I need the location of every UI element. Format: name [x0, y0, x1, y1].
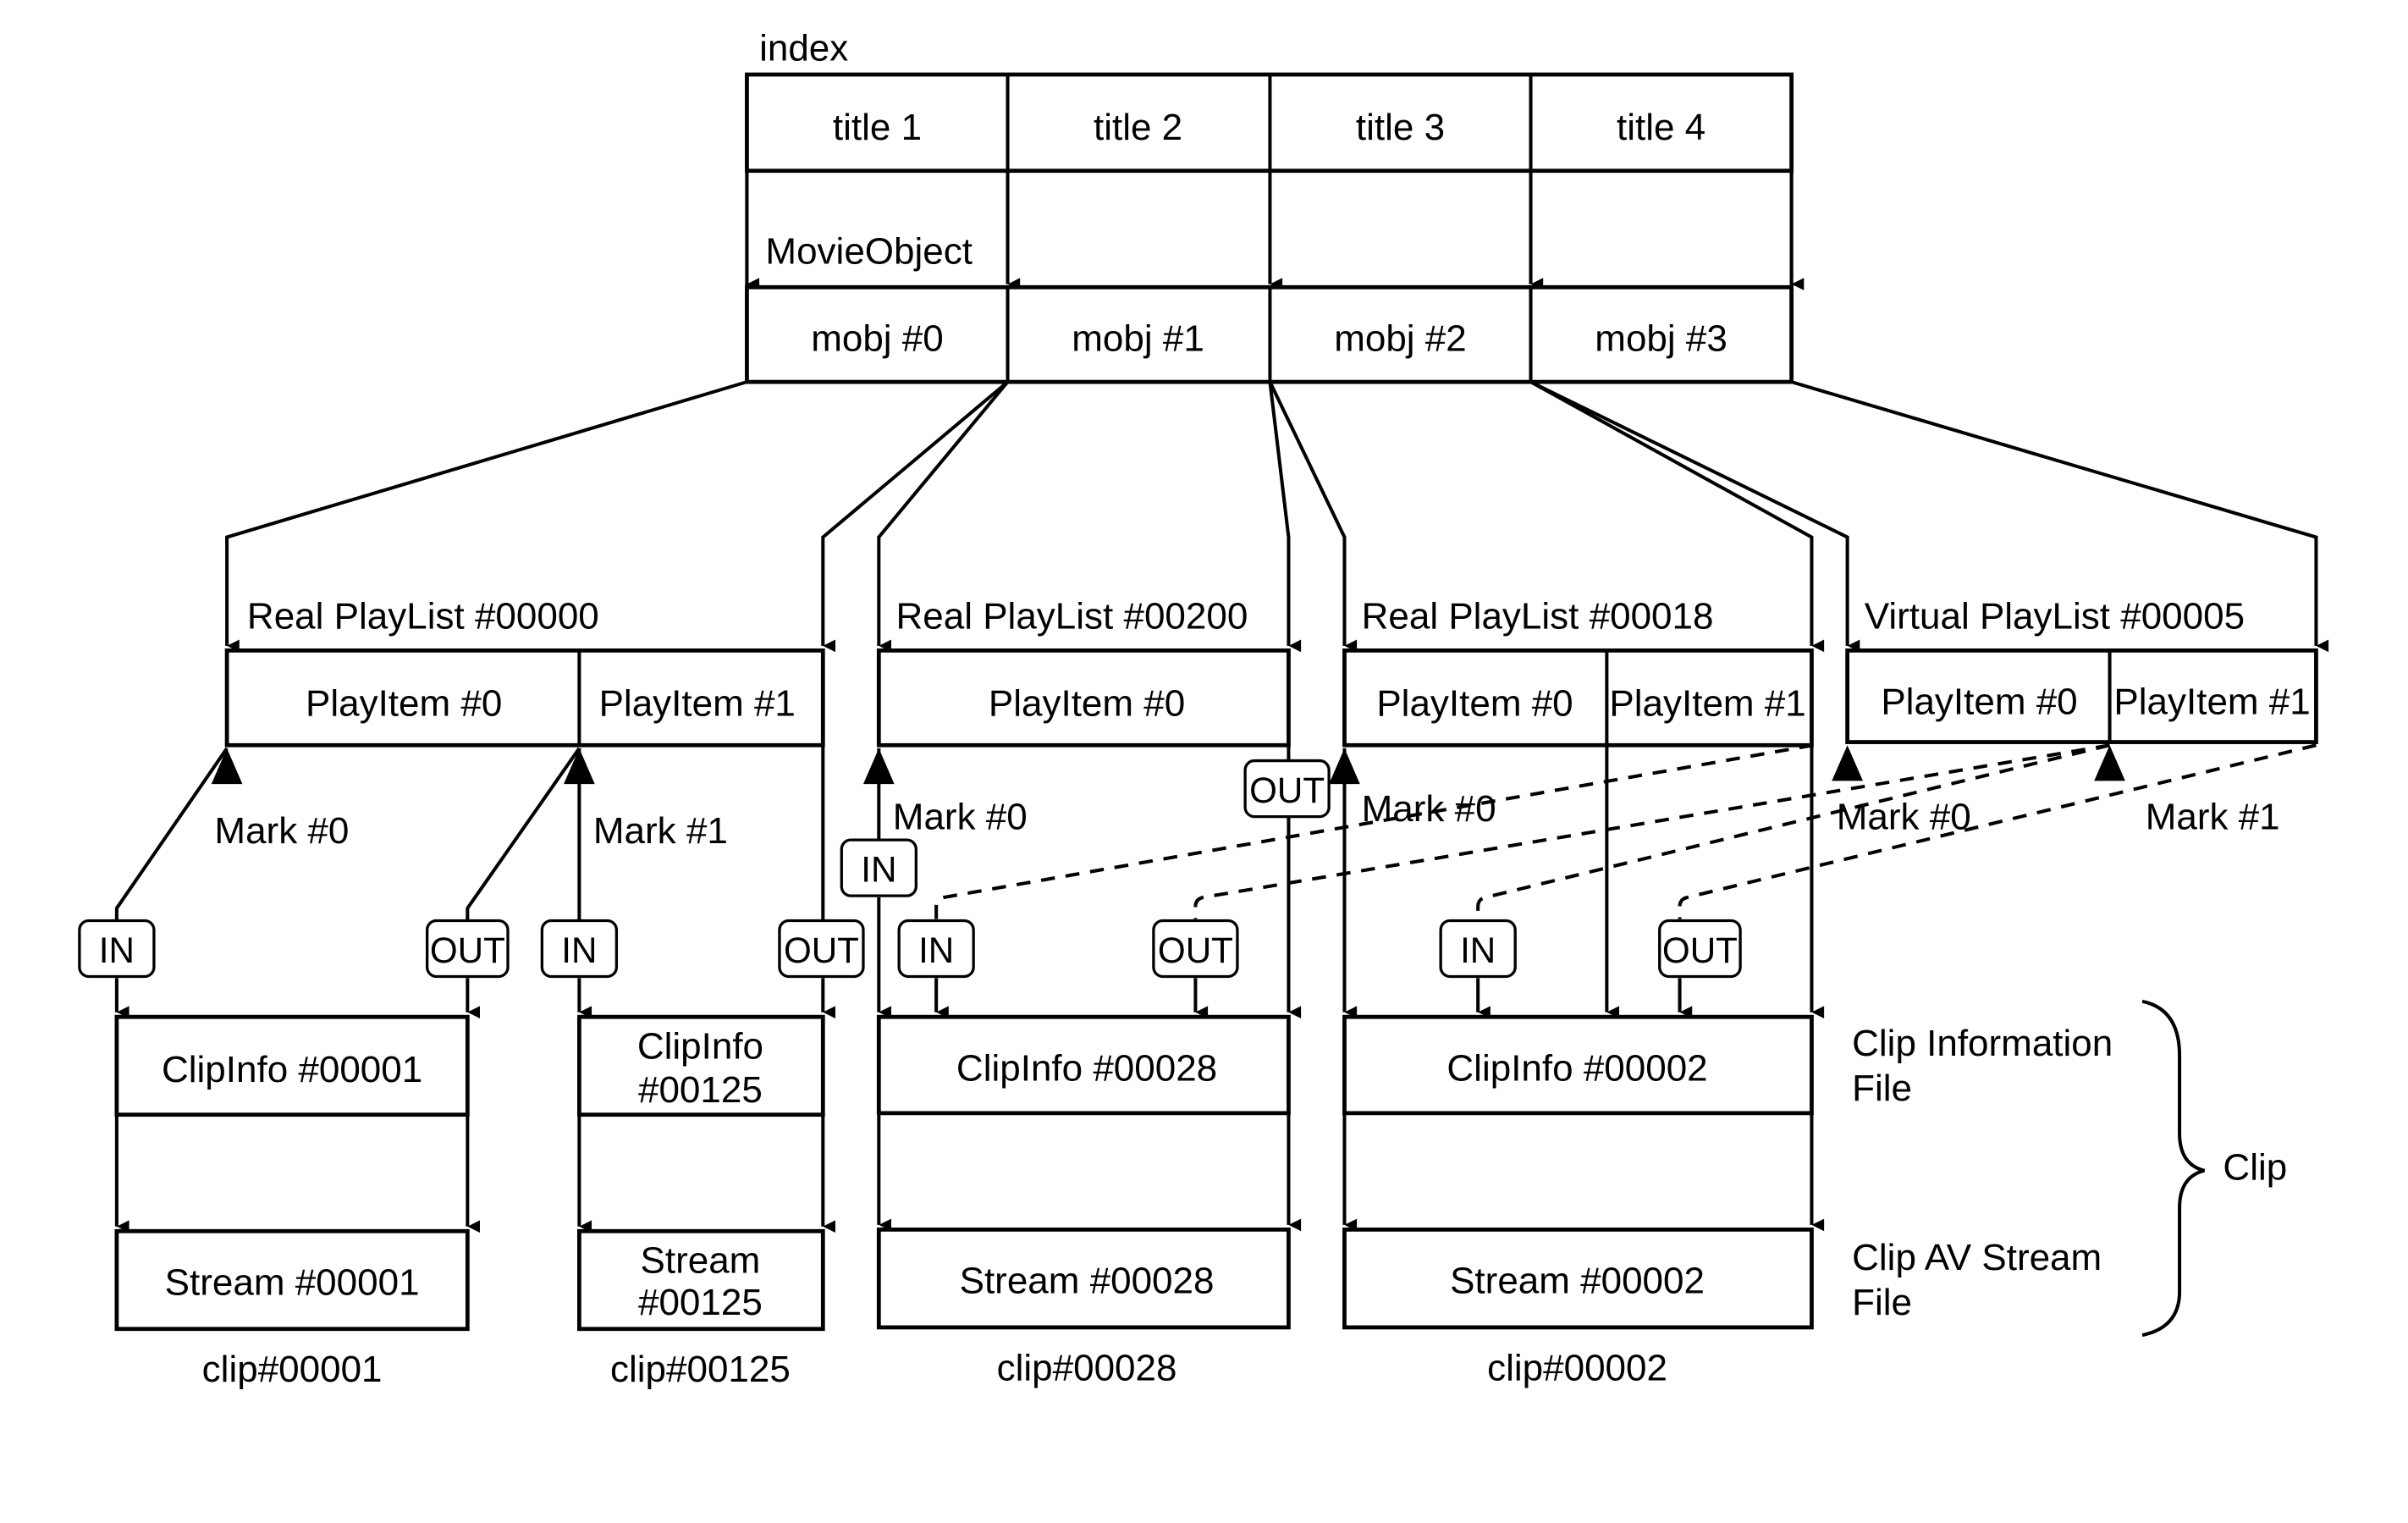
legend-clip-info-file: Clip Information — [1852, 1023, 2113, 1064]
playlist-00200: Real PlayList #00200 PlayItem #0 Mark #0 — [862, 596, 1291, 837]
mark-triangle-icon — [1832, 745, 1863, 781]
legend: Clip Information File Clip AV Stream Fil… — [1852, 999, 2287, 1338]
legend-clip-av-stream-file: File — [1852, 1282, 1912, 1323]
mobj-cell[interactable]: mobj #1 — [1072, 317, 1204, 359]
stream-label: Stream #00028 — [960, 1261, 1215, 1302]
clip-info-label: #00125 — [638, 1069, 763, 1111]
clip-info-label: ClipInfo #00028 — [956, 1047, 1217, 1089]
in-tag-label: IN — [861, 850, 896, 890]
in-tag-label: IN — [561, 930, 597, 970]
playlist-label: Real PlayList #00200 — [895, 596, 1248, 637]
in-tag-label: IN — [1460, 930, 1496, 970]
clip-00125: ClipInfo #00125 Stream #00125 clip#00125 — [576, 1014, 835, 1390]
playlist-00018: Real PlayList #00018 PlayItem #0 PlayIte… — [1329, 596, 1814, 830]
clip-name: clip#00001 — [202, 1349, 383, 1390]
legend-clip-info-file: File — [1852, 1068, 1912, 1109]
playitem[interactable]: PlayItem #0 — [989, 682, 1185, 724]
clip-name: clip#00002 — [1487, 1347, 1667, 1388]
legend-clip-av-stream-file: Clip AV Stream — [1852, 1237, 2102, 1278]
in-tag-label: IN — [99, 930, 135, 970]
mark-label: Mark #0 — [1837, 796, 1971, 837]
index-table: index title 1 title 2 title 3 title 4 Mo… — [745, 28, 1805, 384]
out-tag-label: OUT — [1249, 770, 1325, 810]
clip-00002: ClipInfo #00002 Stream #00002 clip#00002 — [1342, 1014, 1825, 1388]
clip-00001: ClipInfo #00001 Stream #00001 clip#00001 — [114, 1014, 481, 1390]
playlist-00005: Virtual PlayList #00005 PlayItem #0 Play… — [1832, 596, 2318, 837]
brace-icon — [2141, 999, 2205, 1338]
mark-label: Mark #0 — [214, 810, 349, 852]
out-tag-label: OUT — [1662, 930, 1738, 970]
mark-label: Mark #0 — [1362, 788, 1496, 830]
out-tag-label: OUT — [784, 930, 859, 970]
mobj-cell[interactable]: mobj #3 — [1595, 317, 1727, 359]
playitem[interactable]: PlayItem #0 — [1376, 682, 1573, 724]
out-tag-label: OUT — [430, 930, 505, 970]
playlist-label: Real PlayList #00000 — [247, 596, 599, 637]
playlist-00000: Real PlayList #00000 PlayItem #0 PlayIte… — [211, 596, 825, 852]
mobj-cell[interactable]: mobj #0 — [811, 317, 944, 359]
mark-label: Mark #1 — [2146, 796, 2280, 837]
mark-label: Mark #1 — [593, 810, 728, 852]
mark-triangle-icon — [2094, 745, 2125, 781]
movie-object-label: MovieObject — [765, 231, 973, 273]
clip-name: clip#00125 — [610, 1349, 791, 1390]
stream-label: Stream — [641, 1240, 761, 1282]
stream-label: #00125 — [638, 1282, 763, 1323]
mark-label: Mark #0 — [893, 796, 1028, 837]
title-cell[interactable]: title 1 — [833, 107, 922, 148]
clip-00028: ClipInfo #00028 Stream #00028 clip#00028 — [876, 1014, 1302, 1388]
title-cell[interactable]: title 4 — [1617, 107, 1705, 148]
out-tag-label: OUT — [1158, 930, 1233, 970]
playlist-label: Real PlayList #00018 — [1362, 596, 1714, 637]
playitem[interactable]: PlayItem #1 — [1609, 682, 1805, 724]
title-cell[interactable]: title 3 — [1356, 107, 1445, 148]
clip-info-label: ClipInfo #00001 — [162, 1049, 422, 1090]
playlist-label: Virtual PlayList #00005 — [1865, 596, 2245, 637]
title-cell[interactable]: title 2 — [1094, 107, 1182, 148]
index-label: index — [759, 28, 848, 69]
clip-name: clip#00028 — [997, 1347, 1177, 1388]
stream-label: Stream #00002 — [1450, 1261, 1705, 1302]
stream-label: Stream #00001 — [165, 1261, 420, 1303]
mobj-cell[interactable]: mobj #2 — [1334, 317, 1467, 359]
playitem[interactable]: PlayItem #1 — [599, 682, 796, 724]
in-tag-label: IN — [918, 930, 954, 970]
legend-clip: Clip — [2223, 1147, 2287, 1189]
clip-info-label: ClipInfo — [637, 1026, 763, 1068]
playitem[interactable]: PlayItem #1 — [2113, 681, 2310, 723]
playitem[interactable]: PlayItem #0 — [1881, 681, 2077, 723]
playitem[interactable]: PlayItem #0 — [306, 682, 502, 724]
clip-info-label: ClipInfo #00002 — [1446, 1047, 1707, 1089]
bdmv-structure-diagram: index title 1 title 2 title 3 title 4 Mo… — [78, 28, 2329, 1390]
